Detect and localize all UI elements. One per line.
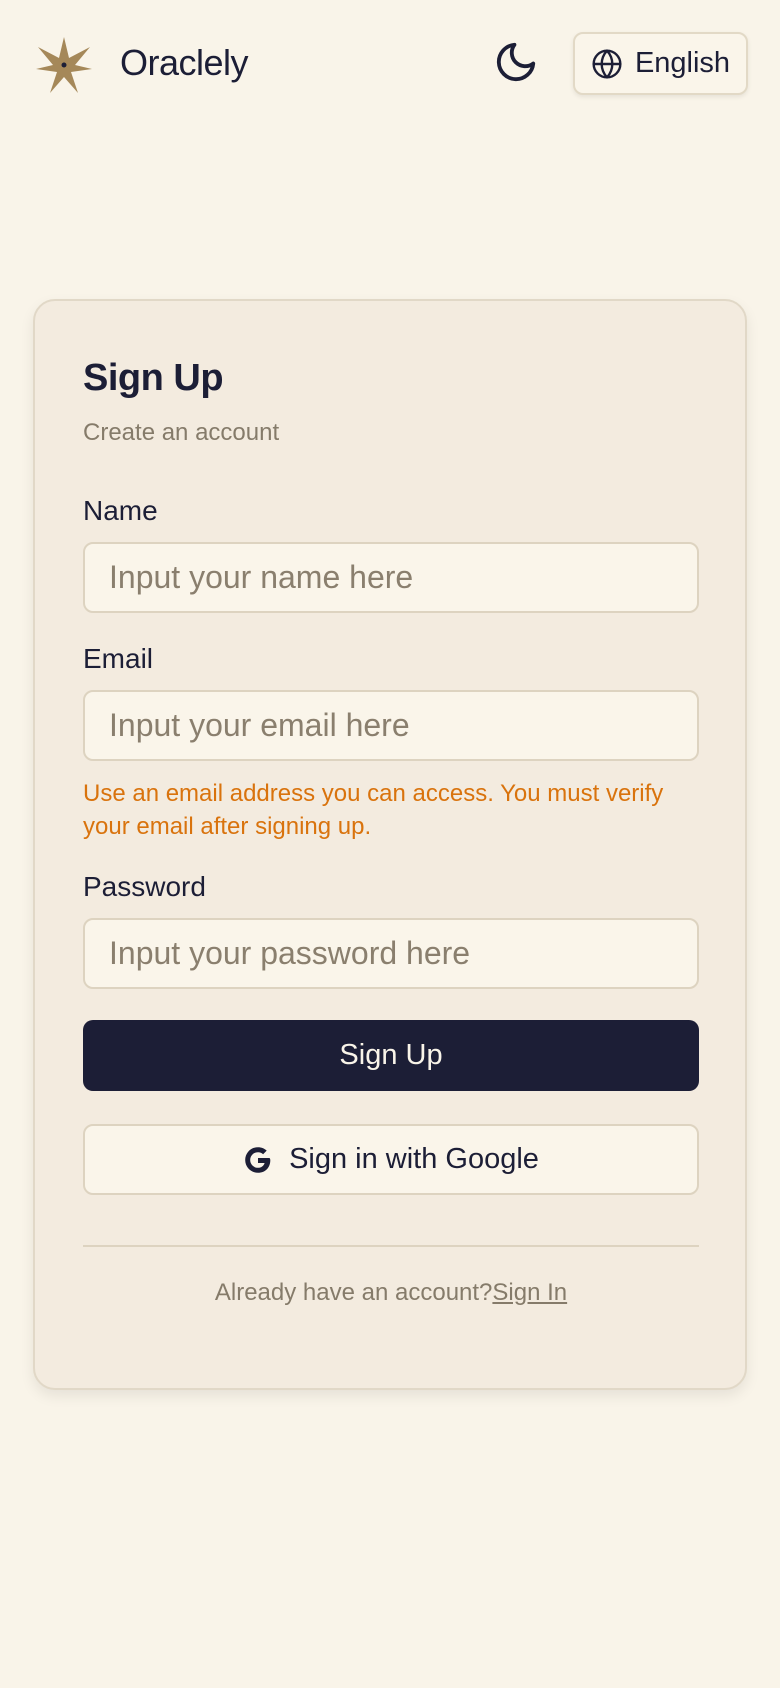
app-header: Oraclely English — [0, 0, 780, 130]
google-signin-button[interactable]: Sign in with Google — [83, 1124, 699, 1195]
password-input[interactable] — [83, 918, 699, 989]
google-signin-label: Sign in with Google — [289, 1143, 539, 1175]
divider — [83, 1245, 699, 1247]
card-subtitle: Create an account — [83, 419, 280, 446]
theme-toggle-button[interactable] — [490, 38, 542, 90]
google-icon — [243, 1145, 273, 1175]
signin-prompt: Already have an account?Sign In — [83, 1279, 699, 1307]
brand-name: Oraclely — [120, 42, 249, 83]
email-input[interactable] — [83, 690, 699, 761]
language-label: English — [634, 47, 731, 79]
signup-card: Sign Up Create an account Name Email Use… — [33, 299, 747, 1390]
password-label: Password — [83, 871, 206, 902]
name-input[interactable] — [83, 542, 699, 613]
globe-icon — [591, 48, 623, 80]
language-button[interactable]: English — [573, 32, 748, 95]
star-logo-icon — [34, 35, 94, 95]
signup-button[interactable]: Sign Up — [83, 1020, 699, 1091]
name-label: Name — [83, 495, 158, 526]
email-label: Email — [83, 643, 154, 674]
signin-link[interactable]: Sign In — [492, 1279, 567, 1306]
moon-icon — [493, 39, 539, 90]
card-title: Sign Up — [83, 357, 224, 399]
signin-prompt-text: Already have an account? — [214, 1279, 493, 1306]
email-hint: Use an email address you can access. You… — [83, 780, 664, 840]
